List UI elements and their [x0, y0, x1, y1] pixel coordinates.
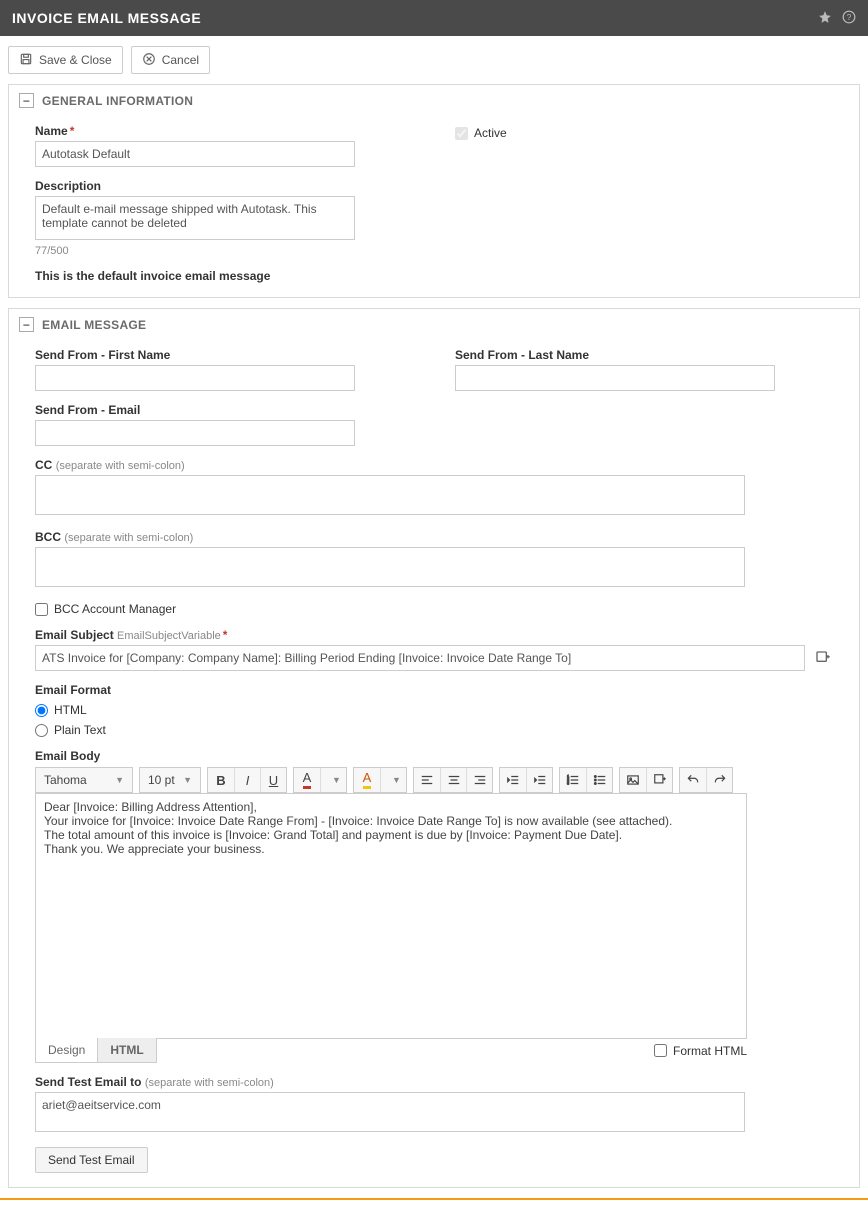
email-message-panel: − EMAIL MESSAGE Send From - First Name S…	[8, 308, 860, 1188]
chevron-down-icon: ▼	[115, 775, 124, 785]
save-close-label: Save & Close	[39, 53, 112, 67]
cancel-icon	[142, 52, 156, 69]
align-right-button[interactable]	[466, 768, 492, 792]
email-subject-input[interactable]	[35, 645, 805, 671]
active-label: Active	[474, 126, 507, 140]
active-checkbox	[455, 127, 468, 140]
format-html-radio[interactable]	[35, 704, 48, 717]
format-plain-label: Plain Text	[54, 723, 106, 737]
html-tab[interactable]: HTML	[98, 1038, 156, 1063]
email-body-label: Email Body	[35, 749, 833, 763]
bcc-account-manager-checkbox[interactable]	[35, 603, 48, 616]
format-html-checkbox[interactable]	[654, 1044, 667, 1057]
editor-toolbar: Tahoma▼ 10 pt▼ B I U A ▼ A ▼	[35, 767, 833, 793]
email-body-editor[interactable]: Dear [Invoice: Billing Address Attention…	[35, 793, 747, 1039]
general-info-panel: − GENERAL INFORMATION Name* Description …	[8, 84, 860, 298]
underline-button[interactable]: U	[260, 768, 286, 792]
default-message-note: This is the default invoice email messag…	[35, 269, 415, 283]
bold-button[interactable]: B	[208, 768, 234, 792]
cancel-label: Cancel	[162, 53, 199, 67]
bcc-textarea[interactable]	[35, 547, 745, 587]
format-plain-radio[interactable]	[35, 724, 48, 737]
favorite-icon[interactable]	[818, 10, 832, 27]
design-tab[interactable]: Design	[35, 1038, 98, 1063]
cc-label: CC (separate with semi-colon)	[35, 458, 833, 472]
name-label: Name*	[35, 124, 415, 138]
align-left-button[interactable]	[414, 768, 440, 792]
send-from-last-label: Send From - Last Name	[455, 348, 775, 362]
email-format-label: Email Format	[35, 683, 833, 697]
send-from-last-input[interactable]	[455, 365, 775, 391]
collapse-toggle[interactable]: −	[19, 317, 34, 332]
font-color-button[interactable]: A	[294, 768, 320, 792]
title-bar: INVOICE EMAIL MESSAGE ?	[0, 0, 868, 36]
chevron-down-icon: ▼	[183, 775, 192, 785]
save-close-button[interactable]: Save & Close	[8, 46, 123, 74]
title-bar-actions: ?	[818, 10, 856, 27]
send-from-first-input[interactable]	[35, 365, 355, 391]
help-icon[interactable]: ?	[842, 10, 856, 27]
align-center-button[interactable]	[440, 768, 466, 792]
bottom-accent-bar	[0, 1198, 868, 1200]
insert-variable-button[interactable]	[646, 768, 672, 792]
undo-button[interactable]	[680, 768, 706, 792]
email-message-header: − EMAIL MESSAGE	[9, 309, 859, 340]
italic-button[interactable]: I	[234, 768, 260, 792]
send-from-email-input[interactable]	[35, 420, 355, 446]
insert-variable-icon[interactable]	[813, 648, 833, 668]
description-label: Description	[35, 179, 415, 193]
unordered-list-button[interactable]	[586, 768, 612, 792]
page-title: INVOICE EMAIL MESSAGE	[12, 10, 201, 26]
description-textarea[interactable]: Default e-mail message shipped with Auto…	[35, 196, 355, 240]
description-counter: 77/500	[35, 245, 415, 257]
bcc-account-manager-label: BCC Account Manager	[54, 602, 176, 616]
font-size-select[interactable]: 10 pt▼	[139, 767, 201, 793]
redo-button[interactable]	[706, 768, 732, 792]
format-html-checkbox-label: Format HTML	[673, 1044, 747, 1058]
insert-image-button[interactable]	[620, 768, 646, 792]
svg-text:3: 3	[567, 782, 569, 786]
cc-textarea[interactable]	[35, 475, 745, 515]
general-info-title: GENERAL INFORMATION	[42, 94, 193, 108]
font-color-dropdown[interactable]: ▼	[320, 768, 346, 792]
name-input[interactable]	[35, 141, 355, 167]
highlight-color-button[interactable]: A	[354, 768, 380, 792]
email-message-title: EMAIL MESSAGE	[42, 318, 146, 332]
cancel-button[interactable]: Cancel	[131, 46, 210, 74]
send-from-first-label: Send From - First Name	[35, 348, 415, 362]
svg-text:?: ?	[847, 12, 852, 21]
send-test-textarea[interactable]: ariet@aeitservice.com	[35, 1092, 745, 1132]
format-html-label: HTML	[54, 703, 87, 717]
highlight-color-dropdown[interactable]: ▼	[380, 768, 406, 792]
collapse-toggle[interactable]: −	[19, 93, 34, 108]
general-info-header: − GENERAL INFORMATION	[9, 85, 859, 116]
ordered-list-button[interactable]: 123	[560, 768, 586, 792]
send-from-email-label: Send From - Email	[35, 403, 833, 417]
bcc-label: BCC (separate with semi-colon)	[35, 530, 833, 544]
save-icon	[19, 52, 33, 69]
indent-button[interactable]	[526, 768, 552, 792]
action-toolbar: Save & Close Cancel	[0, 36, 868, 84]
send-test-label: Send Test Email to (separate with semi-c…	[35, 1075, 833, 1089]
font-family-select[interactable]: Tahoma▼	[35, 767, 133, 793]
send-test-email-button[interactable]: Send Test Email	[35, 1147, 148, 1173]
email-subject-label: Email Subject EmailSubjectVariable*	[35, 628, 833, 642]
outdent-button[interactable]	[500, 768, 526, 792]
